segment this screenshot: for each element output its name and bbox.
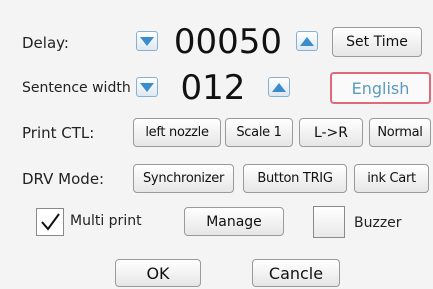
delay-increment-button[interactable] xyxy=(296,31,318,51)
delay-value: 00050 xyxy=(173,22,283,62)
ink-cart-button[interactable]: ink Cart xyxy=(354,164,429,193)
direction-button[interactable]: L->R xyxy=(299,118,363,147)
synchronizer-button[interactable]: Synchronizer xyxy=(133,164,234,193)
up-arrow-icon xyxy=(300,36,314,46)
manage-button[interactable]: Manage xyxy=(184,207,284,236)
ok-button[interactable]: OK xyxy=(115,259,201,287)
drv-mode-label: DRV Mode: xyxy=(22,170,105,188)
sentence-width-decrement-button[interactable] xyxy=(136,77,158,97)
sentence-width-value: 012 xyxy=(180,68,246,108)
up-arrow-icon xyxy=(272,82,286,92)
print-ctl-label: Print CTL: xyxy=(22,124,95,142)
checkmark-icon xyxy=(41,213,60,231)
buzzer-checkbox[interactable] xyxy=(313,206,345,238)
delay-label: Delay: xyxy=(22,34,69,52)
down-arrow-icon xyxy=(140,36,154,46)
delay-decrement-button[interactable] xyxy=(136,31,158,51)
english-language-button[interactable]: English xyxy=(330,72,431,104)
settings-panel: Delay: 00050 Set Time Sentence width 012… xyxy=(0,0,433,289)
cancel-button[interactable]: Cancle xyxy=(252,259,340,287)
multi-print-checkbox[interactable] xyxy=(36,208,64,236)
set-time-button[interactable]: Set Time xyxy=(332,27,422,57)
sentence-width-increment-button[interactable] xyxy=(268,77,290,97)
left-nozzle-button[interactable]: left nozzle xyxy=(133,118,221,147)
button-trig-button[interactable]: Button TRIG xyxy=(243,164,347,193)
down-arrow-icon xyxy=(140,82,154,92)
multi-print-label: Multi print xyxy=(70,213,142,229)
buzzer-label: Buzzer xyxy=(354,215,402,231)
scale-button[interactable]: Scale 1 xyxy=(225,118,293,147)
normal-button[interactable]: Normal xyxy=(369,118,431,147)
sentence-width-label: Sentence width xyxy=(22,80,131,96)
